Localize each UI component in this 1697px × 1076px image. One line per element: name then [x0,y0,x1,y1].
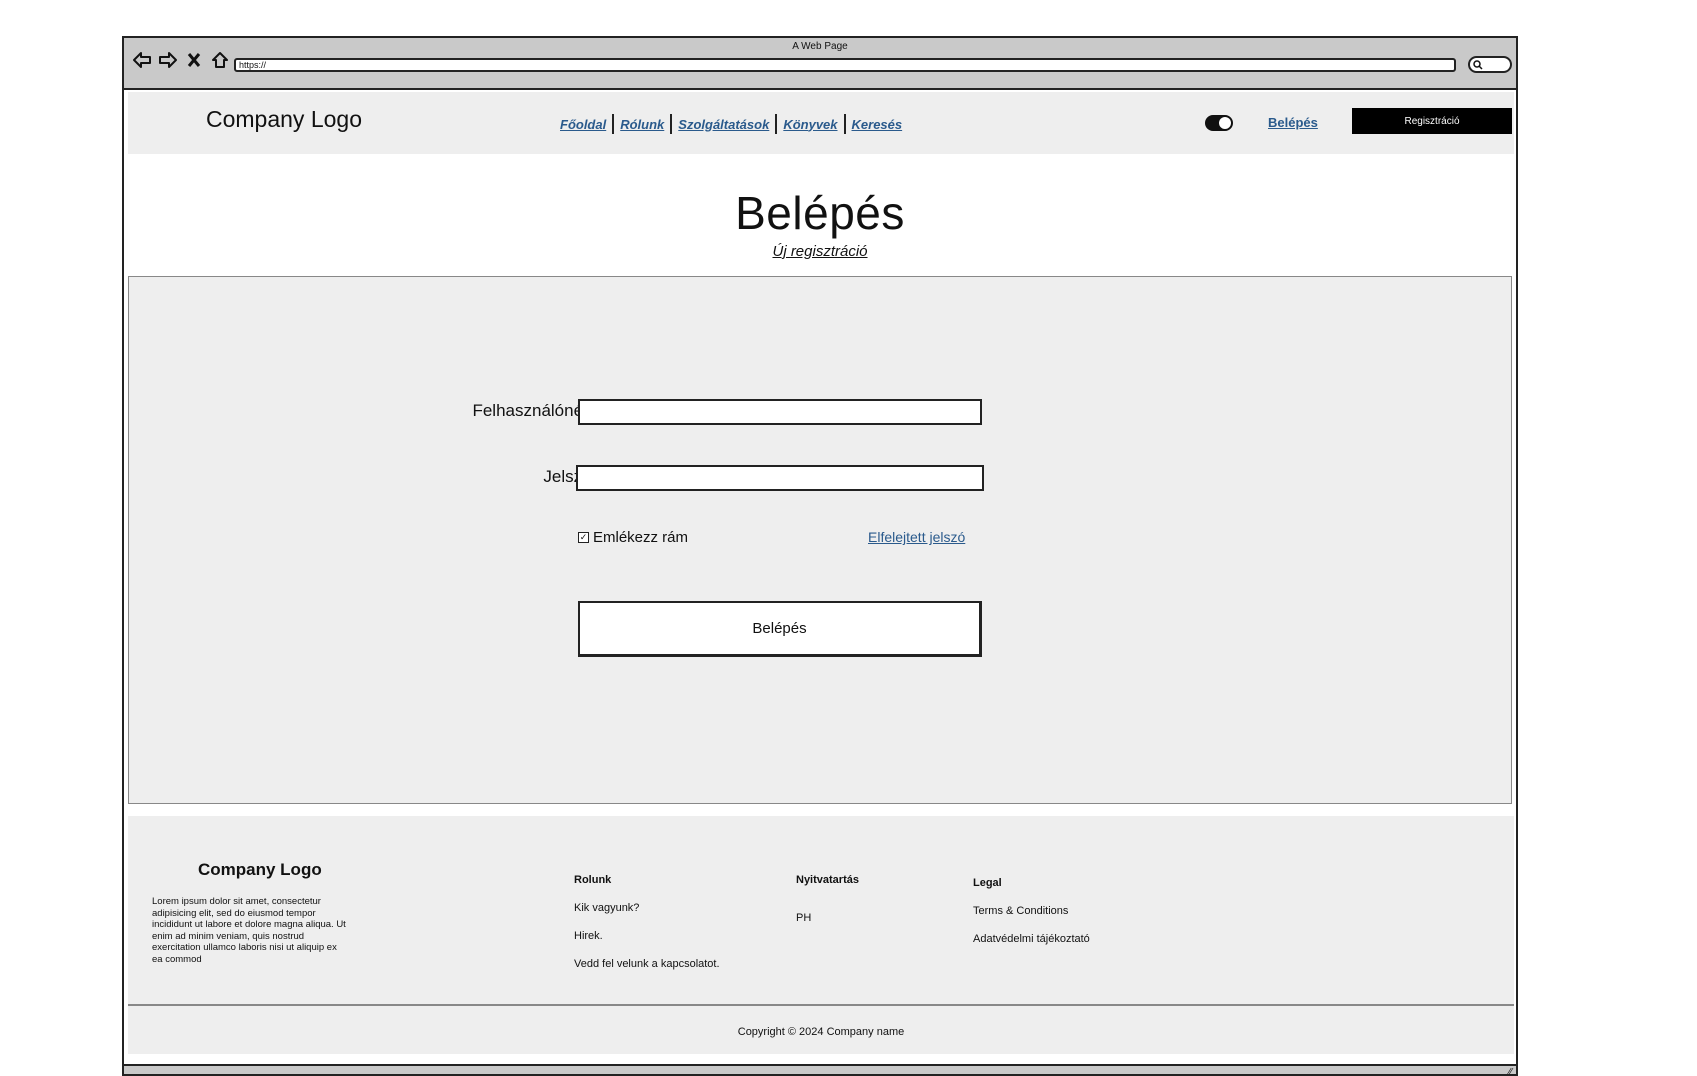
footer-divider [128,1004,1514,1006]
new-registration-link[interactable]: Új regisztráció [772,243,867,260]
site-footer: Company Logo Lorem ipsum dolor sit amet,… [128,816,1514,1054]
footer-heading: Legal [973,877,1002,889]
company-logo[interactable]: Company Logo [206,106,362,133]
footer-link-terms[interactable]: Terms & Conditions [973,905,1090,917]
search-icon [1473,60,1483,70]
nav-separator [843,114,846,134]
back-arrow-icon[interactable] [132,50,152,70]
resize-grip-icon[interactable]: ⁄⁄ [1509,1067,1512,1074]
username-input[interactable] [578,399,982,425]
footer-link-news[interactable]: Hirek. [574,930,720,942]
nav-link-home[interactable]: Főoldal [556,117,610,132]
nav-link-services[interactable]: Szolgáltatások [674,117,773,132]
password-label: Jelszó : [543,467,601,486]
copyright-text: Copyright © 2024 Company name [737,1026,905,1038]
remember-me-checkbox[interactable]: ✓ [578,532,589,543]
main-nav: Főoldal Rólunk Szolgáltatások Könyvek Ke… [556,114,906,134]
footer-hours-text: PH [796,912,812,924]
url-bar[interactable]: https:// [234,58,1456,72]
nav-link-about[interactable]: Rólunk [616,117,668,132]
nav-separator [612,114,615,134]
page-title: Belépés [735,187,905,239]
footer-col-opening-hours: Nyitvatartás PH [796,874,859,940]
nav-separator [775,114,778,134]
password-input[interactable] [576,465,984,491]
nav-link-books[interactable]: Könyvek [779,117,841,132]
window-title: A Web Page [792,41,848,52]
browser-search-field[interactable] [1468,56,1512,73]
theme-toggle[interactable] [1205,115,1233,131]
footer-link-who-we-are[interactable]: Kik vagyunk? [574,902,720,914]
username-label: Felhasználónév : [472,401,601,420]
close-icon[interactable] [184,50,204,70]
footer-link-privacy[interactable]: Adatvédelmi tájékoztató [973,933,1090,945]
forgot-password-link[interactable]: Elfelejtett jelszó [868,529,965,545]
footer-heading: Rolunk [574,874,612,886]
nav-separator [670,114,673,134]
remember-me-label: Emlékezz rám [593,529,689,546]
login-submit-button[interactable]: Belépés [578,601,982,657]
footer-col-legal: Legal Terms & Conditions Adatvédelmi táj… [973,877,1090,961]
browser-nav-buttons [132,50,230,70]
nav-link-search[interactable]: Keresés [848,117,907,132]
footer-col-about: Rolunk Kik vagyunk? Hirek. Vedd fel velu… [574,874,720,986]
footer-heading: Nyitvatartás [796,874,859,886]
browser-window: A Web Page https:// Company Logo Főoldal… [122,36,1518,1076]
register-button[interactable]: Regisztráció [1352,108,1512,134]
header-login-link[interactable]: Belépés [1268,115,1318,130]
footer-logo: Company Logo [198,860,322,879]
footer-link-contact[interactable]: Vedd fel velunk a kapcsolatot. [574,958,720,970]
remember-me[interactable]: ✓ Emlékezz rám [578,529,688,546]
forward-arrow-icon[interactable] [158,50,178,70]
browser-status-bar: ⁄⁄ [124,1064,1516,1074]
browser-toolbar: A Web Page https:// [124,38,1516,90]
home-icon[interactable] [210,50,230,70]
new-registration-link-wrap: Új regisztráció [124,243,1516,260]
footer-description: Lorem ipsum dolor sit amet, consectetur … [152,896,346,965]
login-form-panel: Felhasználónév : Jelszó : ✓ Emlékezz rám… [128,276,1512,804]
site-header: Company Logo Főoldal Rólunk Szolgáltatás… [128,92,1514,154]
